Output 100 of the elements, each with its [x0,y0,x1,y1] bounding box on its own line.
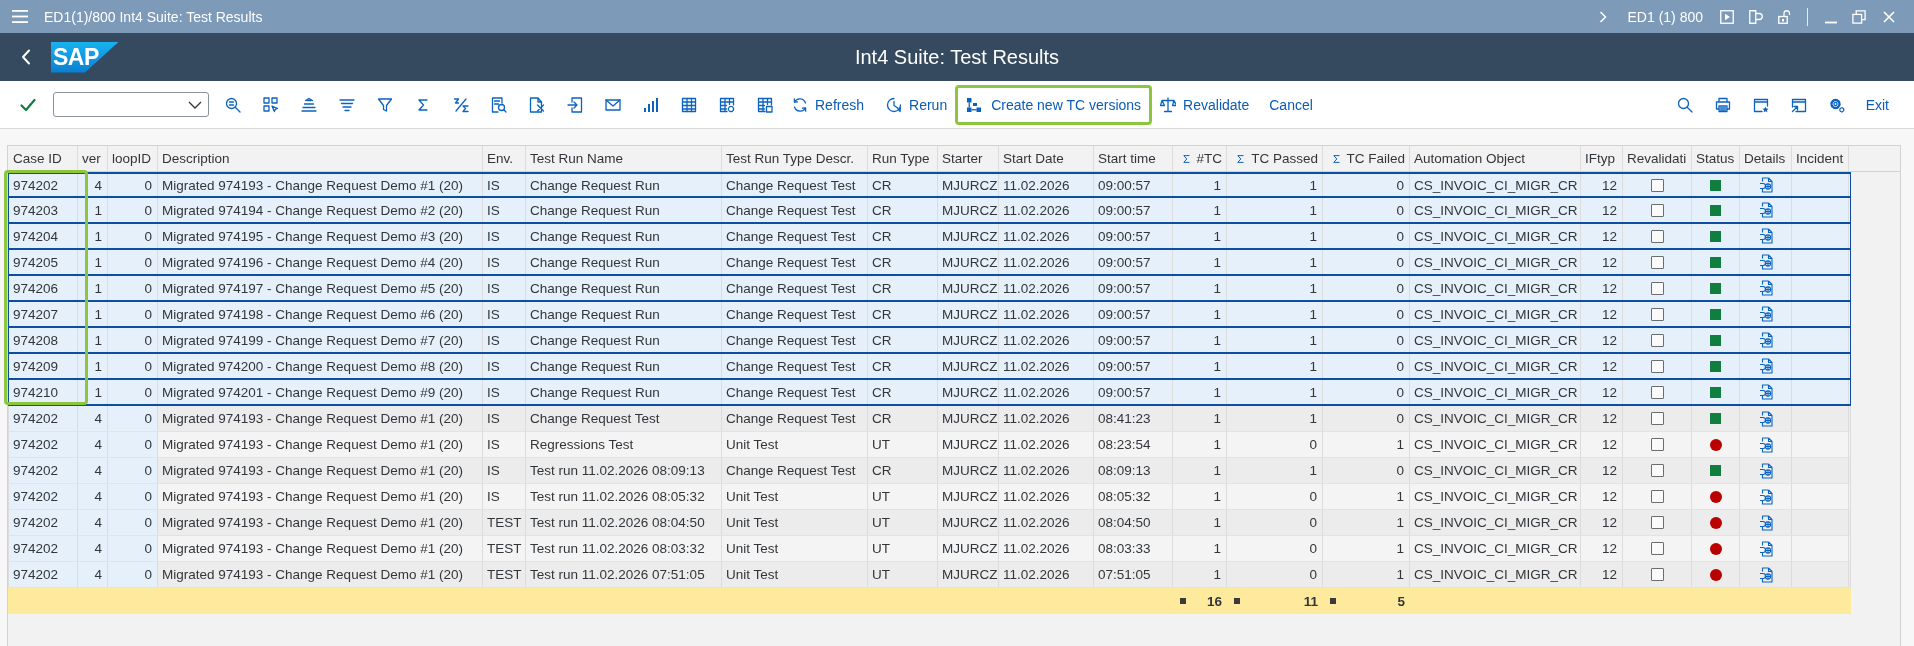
revalidate-button[interactable]: Revalidate [1152,84,1258,125]
refresh-button[interactable]: Refresh [784,84,873,125]
column-header[interactable]: TC Passed [1251,151,1318,166]
table-row[interactable]: 974205 1 0 Migrated 974196 - Change Request Demo #4 (20) IS Change Request Run Change Request Test CR MJURCZ 11.02.2026 09:00:57 1 1 0 CS_INVOIC_CI_MIGR_CR 12 [8,250,1851,276]
document-link-icon[interactable] [1758,280,1773,296]
document-link-icon[interactable] [1758,332,1773,348]
column-header[interactable]: Start time [1094,146,1173,171]
column-header[interactable]: loopID [108,146,158,171]
table-cell: 1 [1323,536,1410,561]
table-row[interactable]: 974207 1 0 Migrated 974198 - Change Request Demo #6 (20) IS Change Request Run Change Request Test CR MJURCZ 11.02.2026 09:00:57 1 1 0 CS_INVOIC_CI_MIGR_CR 12 [8,302,1851,328]
table-cell: MJURCZ [938,198,999,222]
table-row[interactable]: 974208 1 0 Migrated 974199 - Change Request Demo #7 (20) IS Change Request Run Change Request Test CR MJURCZ 11.02.2026 09:00:57 1 1 0 CS_INVOIC_CI_MIGR_CR 12 [8,328,1851,354]
document-link-icon[interactable] [1758,436,1773,453]
table-cell: 1 [1227,458,1323,483]
checkbox[interactable] [1650,281,1664,295]
table-row[interactable]: 974203 1 0 Migrated 974194 - Change Request Demo #2 (20) IS Change Request Run Change Request Test CR MJURCZ 11.02.2026 09:00:57 1 1 0 CS_INVOIC_CI_MIGR_CR 12 [8,198,1851,224]
table-row[interactable]: 974209 1 0 Migrated 974200 - Change Request Demo #8 (20) IS Change Request Run Change Request Test CR MJURCZ 11.02.2026 09:00:57 1 1 0 CS_INVOIC_CI_MIGR_CR 12 [8,354,1851,380]
column-header[interactable]: Env. [483,146,526,171]
document-link-icon[interactable] [1758,462,1773,479]
unlocked-icon[interactable] [1778,9,1792,24]
column-header[interactable]: TC Failed [1346,151,1405,166]
table-row[interactable]: 974202 4 0 Migrated 974193 - Change Request Demo #1 (20) TEST Test run 11.02.2026 08:03:32 Unit Test UT MJURCZ 11.02.2026 08:03:33 1 0 1 CS_INVOIC_CI_MIGR_CR 12 [8,536,1851,562]
checkbox[interactable] [1650,255,1664,269]
table-cell: 11.02.2026 [999,536,1094,561]
logo: SAP [51,41,119,73]
checkbox[interactable] [1650,542,1664,555]
document-link-icon[interactable] [1758,488,1773,505]
column-header[interactable]: Starter [938,146,999,171]
table-row[interactable]: 974202 4 0 Migrated 974193 - Change Request Demo #1 (20) IS Regressions Test Unit Test UT MJURCZ 11.02.2026 08:23:54 1 0 1 CS_INVOIC_CI_MIGR_CR 12 [8,432,1851,458]
column-header[interactable]: Test Run Type Descr. [722,146,868,171]
table-cell: Unit Test [722,510,868,535]
document-link-icon[interactable] [1758,254,1773,270]
table-cell: 1 [1173,562,1227,587]
checkbox[interactable] [1650,516,1664,529]
document-link-icon[interactable] [1758,410,1773,427]
checkbox[interactable] [1650,203,1664,217]
back-icon[interactable] [21,49,31,65]
table-row[interactable]: 974202 4 0 Migrated 974193 - Change Request Demo #1 (20) IS Test run 11.02.2026 08:09:13 Change Request Test CR MJURCZ 11.02.2026 08:09:13 1 1 0 CS_INVOIC_CI_MIGR_CR 12 [8,458,1851,484]
column-header[interactable]: Automation Object [1410,146,1581,171]
checkbox[interactable] [1650,178,1664,192]
column-header[interactable]: ver [78,146,108,171]
table-row[interactable]: 974202 4 0 Migrated 974193 - Change Request Demo #1 (20) IS Test run 11.02.2026 08:05:32 Unit Test UT MJURCZ 11.02.2026 08:05:32 1 0 1 CS_INVOIC_CI_MIGR_CR 12 [8,484,1851,510]
close-icon[interactable] [1883,10,1895,23]
table-cell: 1 [1173,276,1227,300]
create-versions-button[interactable]: Create new TC versions [955,84,1153,125]
table-cell: 0 [1227,484,1323,509]
document-link-icon[interactable] [1758,514,1773,531]
document-link-icon[interactable] [1758,566,1773,583]
document-link-icon[interactable] [1758,358,1773,374]
checkbox[interactable] [1650,333,1664,347]
square-marker-icon [1180,598,1186,604]
table-cell: 11.02.2026 [999,276,1094,300]
column-header[interactable]: Case ID [9,146,78,171]
table-cell: 12 [1581,406,1623,431]
checkbox[interactable] [1650,490,1664,503]
cancel-button[interactable]: Cancel [1261,84,1321,125]
column-header[interactable]: Details [1740,146,1792,171]
column-header[interactable]: Incident [1792,146,1849,171]
variant-dropdown[interactable] [53,92,209,117]
column-header[interactable]: Start Date [999,146,1094,171]
document-link-icon[interactable] [1758,540,1773,557]
table-cell: 11.02.2026 [999,510,1094,535]
table-row[interactable]: 974202 4 0 Migrated 974193 - Change Request Demo #1 (20) TEST Test run 11.02.2026 07:51:05 Unit Test UT MJURCZ 11.02.2026 07:51:05 1 0 1 CS_INVOIC_CI_MIGR_CR 12 [8,562,1851,588]
column-header[interactable]: Run Type [868,146,938,171]
restore-icon[interactable] [1852,9,1866,24]
checkbox[interactable] [1650,464,1664,477]
column-header[interactable]: IFtyp [1581,146,1623,171]
menu-icon[interactable] [12,10,28,23]
table-row[interactable]: 974210 1 0 Migrated 974201 - Change Request Demo #9 (20) IS Change Request Run Change Request Test CR MJURCZ 11.02.2026 09:00:57 1 1 0 CS_INVOIC_CI_MIGR_CR 12 [8,380,1851,406]
table-cell: IS [483,406,526,431]
exit-button[interactable]: Exit [1857,84,1897,125]
column-header[interactable]: #TC [1196,151,1222,166]
document-link-icon[interactable] [1758,228,1773,244]
column-header[interactable]: Description [158,146,483,171]
document-magnifier-icon [491,96,507,113]
document-link-icon[interactable] [1758,177,1773,193]
checkbox[interactable] [1650,229,1664,243]
chevron-right-icon[interactable] [1598,10,1607,23]
document-link-icon[interactable] [1758,306,1773,322]
table-cell: CS_INVOIC_CI_MIGR_CR [1410,458,1581,483]
table-row[interactable]: 974202 4 0 Migrated 974193 - Change Request Demo #1 (20) TEST Test run 11.02.2026 08:04:50 Unit Test UT MJURCZ 11.02.2026 08:04:50 1 0 1 CS_INVOIC_CI_MIGR_CR 12 [8,510,1851,536]
column-header[interactable]: Status [1692,146,1740,171]
document-link-icon[interactable] [1758,384,1773,400]
checkbox[interactable] [1650,385,1664,399]
split-document-icon[interactable] [1749,9,1763,24]
column-header[interactable]: Test Run Name [526,146,722,171]
table-row[interactable]: 974204 1 0 Migrated 974195 - Change Request Demo #3 (20) IS Change Request Run Change Request Test CR MJURCZ 11.02.2026 09:00:57 1 1 0 CS_INVOIC_CI_MIGR_CR 12 [8,224,1851,250]
table-cell: CR [868,354,938,378]
table-row[interactable]: 974202 4 0 Migrated 974193 - Change Request Demo #1 (20) IS Change Request Test Change Request Test CR MJURCZ 11.02.2026 08:41:23 1 1 0 CS_INVOIC_CI_MIGR_CR 12 [8,406,1851,432]
play-box-icon[interactable] [1720,9,1734,24]
rerun-button[interactable]: Rerun [878,84,956,125]
document-link-icon[interactable] [1758,202,1773,218]
checkbox[interactable] [1650,307,1664,321]
checkbox[interactable] [1650,438,1664,451]
checkbox[interactable] [1650,568,1664,581]
checkbox[interactable] [1650,359,1664,373]
table-row[interactable]: 974206 1 0 Migrated 974197 - Change Request Demo #5 (20) IS Change Request Run Change Request Test CR MJURCZ 11.02.2026 09:00:57 1 1 0 CS_INVOIC_CI_MIGR_CR 12 [8,276,1851,302]
checkbox[interactable] [1650,412,1664,425]
table-cell: 1 [1227,174,1323,196]
column-header[interactable]: Revalidati [1623,146,1692,171]
